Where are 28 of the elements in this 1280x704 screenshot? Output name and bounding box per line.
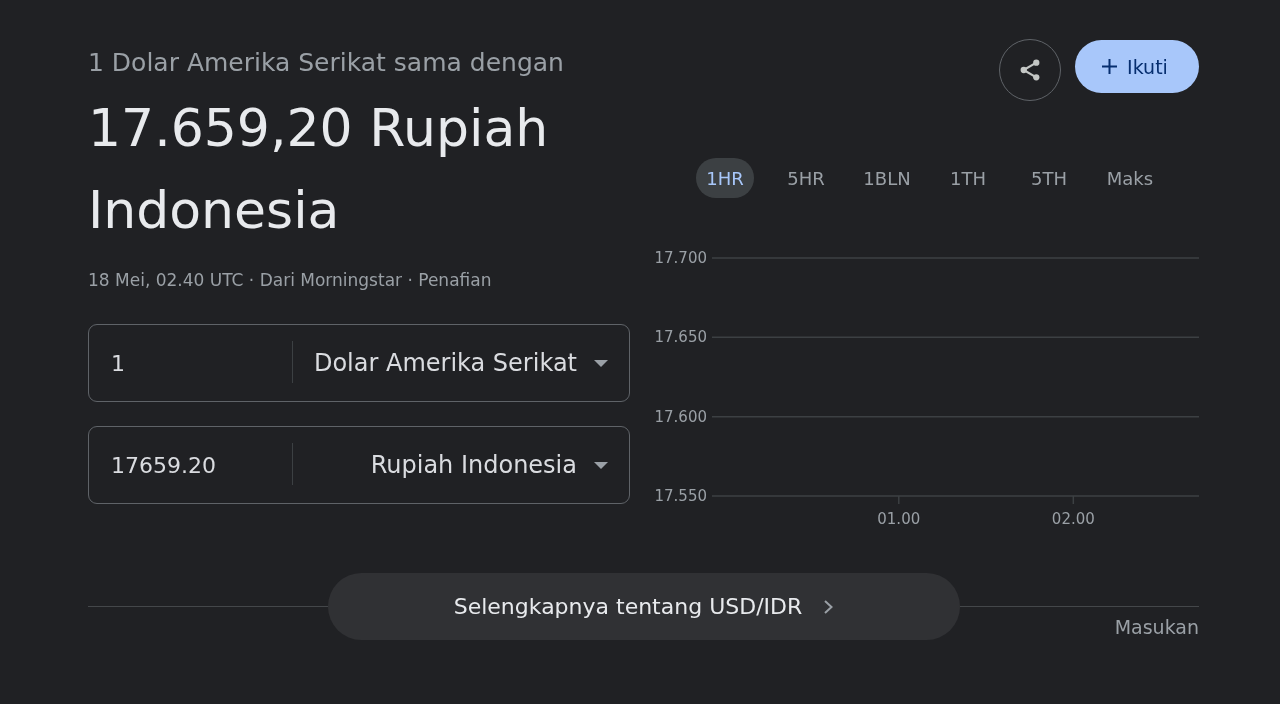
caret-down-icon — [594, 359, 608, 367]
share-icon — [1020, 59, 1040, 81]
follow-button[interactable]: Ikuti — [1075, 40, 1199, 93]
range-tab[interactable]: 5TH — [1020, 158, 1078, 198]
amount-input[interactable]: 1 — [111, 343, 292, 383]
axis-label: 17.700 — [654, 249, 707, 267]
conversion-result: 17.659,20 Rupiah Indonesia — [88, 97, 550, 242]
currency-dropdown[interactable]: Dolar Amerika Serikat — [293, 333, 629, 393]
chevron-right-icon — [824, 599, 834, 614]
range-tab[interactable]: Maks — [1101, 158, 1159, 198]
range-tab[interactable]: 5HR — [777, 158, 835, 198]
disclaimer-link[interactable]: Penafian — [418, 270, 492, 290]
amount-input[interactable]: 17659.20 — [111, 445, 292, 485]
axis-label: 17.550 — [654, 487, 707, 505]
plus-icon — [1102, 59, 1118, 74]
source-text: 18 Mei, 02.40 UTC · Dari Morningstar · Penafian — [88, 269, 492, 292]
more-info-button[interactable]: Selengkapnya tentang USD/IDR — [327, 573, 960, 640]
range-tab[interactable]: 1HR — [696, 158, 754, 198]
axis-label: 02.00 — [1051, 510, 1095, 528]
range-tab[interactable]: 1BLN — [858, 158, 916, 198]
currency-dropdown[interactable]: Rupiah Indonesia — [293, 435, 629, 495]
axis-label: 01.00 — [877, 510, 921, 528]
feedback-link[interactable]: Masukan — [1114, 616, 1199, 638]
axis-label: 17.600 — [654, 407, 707, 426]
caret-down-icon — [594, 461, 608, 469]
range-tab[interactable]: 1TH — [939, 158, 997, 198]
axis-label: 17.650 — [654, 328, 707, 347]
conversion-subtitle: 1 Dolar Amerika Serikat sama dengan — [88, 48, 564, 78]
